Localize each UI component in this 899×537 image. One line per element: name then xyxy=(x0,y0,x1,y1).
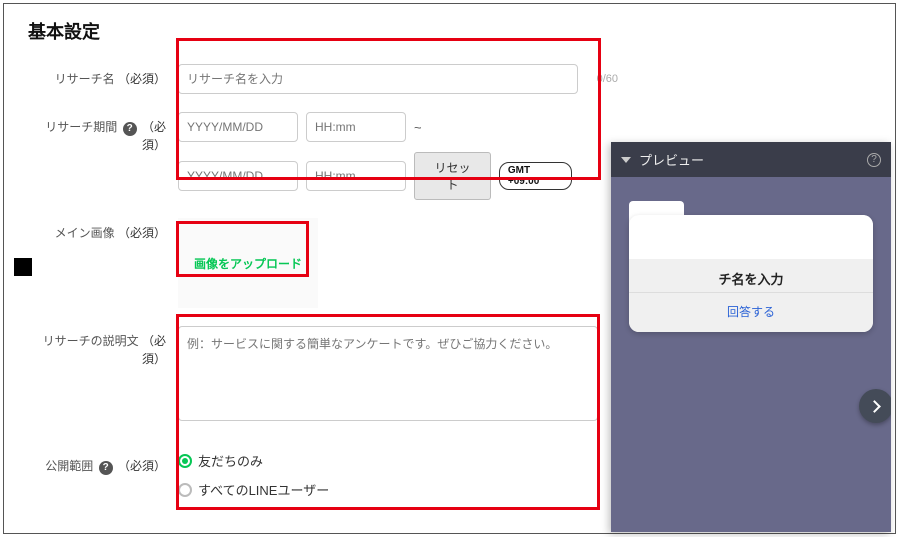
char-count: 0/60 xyxy=(597,73,618,85)
upload-image-button[interactable]: 画像をアップロード xyxy=(178,218,318,308)
research-name-input[interactable] xyxy=(178,64,578,94)
row-main-image: メイン画像 （必須） 画像をアップロード xyxy=(28,218,572,308)
row-research-name: リサーチ名 （必須） 0/60 xyxy=(28,64,572,94)
radio-all-users[interactable]: すべてのLINEユーザー xyxy=(178,480,329,499)
label-research-period: リサーチ期間 ? （必須） xyxy=(28,112,178,154)
radio-icon xyxy=(178,454,192,468)
preview-header[interactable]: プレビュー ? xyxy=(611,142,891,177)
carousel-next-button[interactable] xyxy=(859,389,891,423)
chevron-right-icon xyxy=(868,400,881,413)
radio-label-friends: 友だちのみ xyxy=(198,451,263,470)
row-visibility: 公開範囲 ? （必須） 友だちのみ すべてのLINEユーザー xyxy=(28,451,572,499)
radio-icon xyxy=(178,483,192,497)
preview-panel: プレビュー ? チ名を入力 回答する xyxy=(611,142,891,532)
help-icon[interactable]: ? xyxy=(867,153,881,167)
start-date-input[interactable] xyxy=(178,112,298,142)
preview-body: チ名を入力 回答する xyxy=(611,177,891,532)
row-research-period: リサーチ期間 ? （必須） ~ リセット GMT +09:00 xyxy=(28,112,572,200)
period-tilde: ~ xyxy=(414,120,422,135)
radio-friends-only[interactable]: 友だちのみ xyxy=(178,451,329,470)
label-description: リサーチの説明文 （必須） xyxy=(28,326,178,368)
label-research-name: リサーチ名 （必須） xyxy=(28,64,178,88)
form-area: 基本設定 リサーチ名 （必須） 0/60 リサーチ期間 ? （必須） ~ xyxy=(0,0,600,535)
label-visibility: 公開範囲 ? （必須） xyxy=(28,451,178,475)
reset-button[interactable]: リセット xyxy=(414,152,491,200)
card-answer-button[interactable]: 回答する xyxy=(629,292,873,332)
preview-card: チ名を入力 回答する xyxy=(629,215,873,332)
end-date-input[interactable] xyxy=(178,161,298,191)
timezone-badge: GMT +09:00 xyxy=(499,162,572,190)
card-title: チ名を入力 xyxy=(629,259,873,292)
help-icon[interactable]: ? xyxy=(99,461,113,475)
start-time-input[interactable] xyxy=(306,112,406,142)
radio-label-all: すべてのLINEユーザー xyxy=(198,480,329,499)
caret-down-icon xyxy=(621,157,631,163)
end-time-input[interactable] xyxy=(306,161,406,191)
preview-title: プレビュー xyxy=(639,150,704,169)
description-textarea[interactable] xyxy=(178,326,598,421)
row-description: リサーチの説明文 （必須） xyxy=(28,326,572,421)
help-icon[interactable]: ? xyxy=(123,122,137,136)
label-main-image: メイン画像 （必須） xyxy=(28,218,178,242)
card-image-placeholder xyxy=(629,215,873,259)
